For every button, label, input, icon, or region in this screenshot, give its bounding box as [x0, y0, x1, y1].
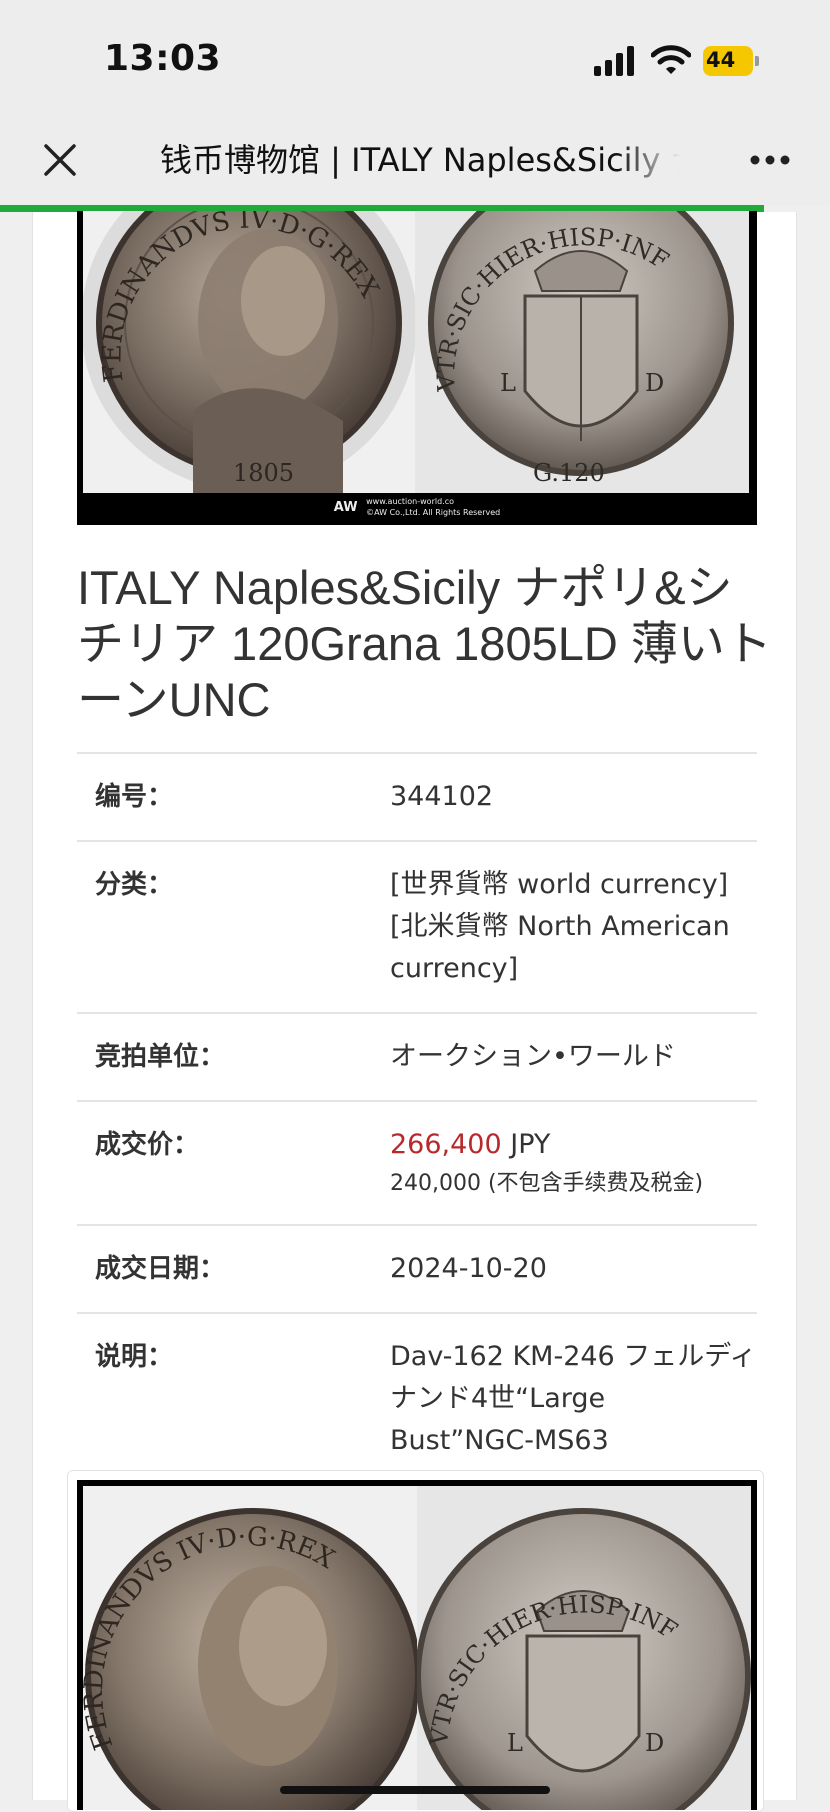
cellular-signal-icon [594, 46, 634, 76]
details-table: 编号： 344102 分类： [世界貨幣 world currency][北米貨… [77, 752, 757, 1484]
description-label: 说明： [95, 1342, 174, 1372]
category-value: [世界貨幣 world currency][北米貨幣 North America… [390, 869, 730, 984]
battery-level: 44 [706, 48, 736, 72]
page-title: 钱币博物馆 | ITALY Naples&Sicily ナポリ&シチリア 120… [160, 141, 680, 179]
related-coin-reverse: VTR·SIC·HIER·HISP·INF L D [417, 1486, 751, 1810]
price-note: 240,000 (不包含手续费及税金) [390, 1171, 704, 1196]
number-value: 344102 [390, 781, 494, 812]
price-label: 成交价： [95, 1130, 200, 1160]
detail-row-date: 成交日期： 2024-10-20 [77, 1224, 757, 1312]
battery-icon: 44 [703, 46, 761, 76]
reverse-right-letter: D [645, 369, 664, 397]
detail-row-number: 编号： 344102 [77, 752, 757, 840]
watermark-url: www.auction-world.co [366, 497, 454, 506]
related-reverse-right-letter: D [645, 1729, 664, 1757]
date-value: 2024-10-20 [390, 1253, 547, 1284]
related-coin-obverse: FERDINANDVS IV·D·G·REX [83, 1486, 417, 1810]
home-indicator [280, 1786, 550, 1794]
item-title: ITALY Naples&Sicily ナポリ&シチリア 120Grana 18… [77, 561, 772, 726]
more-options-icon[interactable] [746, 140, 794, 180]
price-currency: JPY [510, 1129, 551, 1160]
watermark-rights: ©AW Co.,Ltd. All Rights Reserved [366, 508, 501, 517]
date-label: 成交日期： [95, 1254, 226, 1284]
content-area: FERDINANDVS IV·D·G·REX 1805 VTR·SIC·HIER… [32, 211, 797, 1812]
coin-image[interactable]: FERDINANDVS IV·D·G·REX 1805 VTR·SIC·HIER… [77, 211, 757, 525]
related-coin-image[interactable]: FERDINANDVS IV·D·G·REX [77, 1480, 757, 1810]
status-time: 13:03 [104, 38, 222, 79]
image-watermark: AW www.auction-world.co ©AW Co.,Ltd. All… [77, 496, 757, 518]
coin-reverse: VTR·SIC·HIER·HISP·INF L D G.120 [415, 211, 749, 493]
watermark-logo: AW [333, 499, 358, 515]
detail-row-category: 分类： [世界貨幣 world currency][北米貨幣 North Ame… [77, 840, 757, 1012]
description-value: Dav-162 KM-246 フェルディナンド4世“Large Bust”NGC… [390, 1341, 757, 1456]
category-label: 分类： [95, 870, 174, 900]
auction-label: 竞拍单位： [95, 1042, 226, 1072]
reverse-denomination: G.120 [533, 459, 605, 487]
price-amount: 266,400 [390, 1129, 502, 1160]
price-value: 266,400 JPY 240,000 (不包含手续费及税金) [390, 1124, 757, 1202]
wifi-icon [651, 45, 691, 74]
auction-value: オークション•ワールド [390, 1041, 676, 1072]
related-coin-card[interactable]: FERDINANDVS IV·D·G·REX [67, 1470, 764, 1812]
obverse-year: 1805 [233, 459, 294, 487]
status-bar: 13:03 44 [0, 0, 830, 120]
coin-obverse: FERDINANDVS IV·D·G·REX 1805 [83, 211, 415, 493]
close-icon[interactable] [36, 136, 84, 184]
detail-row-auction: 竞拍单位： オークション•ワールド [77, 1012, 757, 1100]
reverse-left-letter: L [500, 369, 516, 397]
detail-row-description: 说明： Dav-162 KM-246 フェルディナンド4世“Large Bust… [77, 1312, 757, 1484]
number-label: 编号： [95, 782, 174, 812]
detail-row-price: 成交价： 266,400 JPY 240,000 (不包含手续费及税金) [77, 1100, 757, 1224]
related-reverse-left-letter: L [507, 1729, 523, 1757]
